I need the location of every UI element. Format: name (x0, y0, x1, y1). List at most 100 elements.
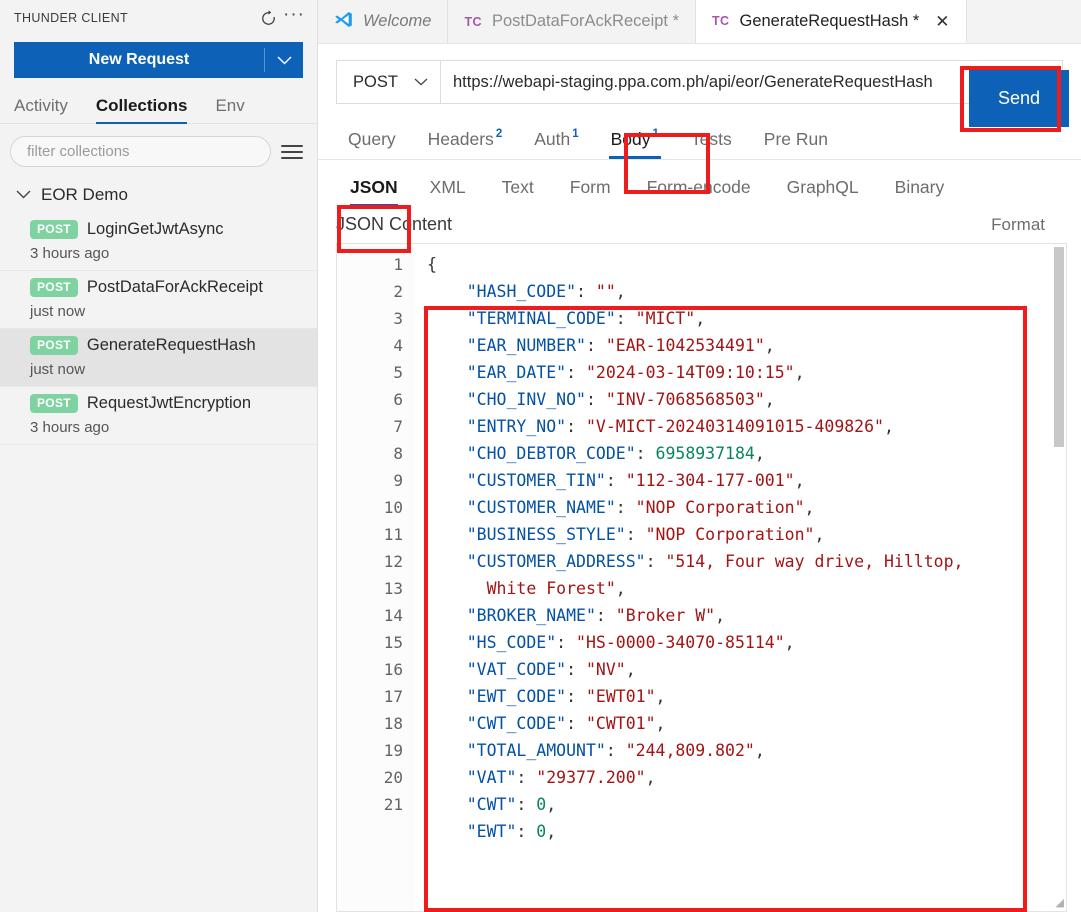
tab-auth[interactable]: Auth 1 (518, 128, 594, 159)
sidebar-tab-env[interactable]: Env (215, 96, 244, 123)
code-token: "CHO_DEBTOR_CODE" (466, 444, 636, 463)
body-tab-binary[interactable]: Binary (877, 177, 963, 206)
code-line: "CHO_DEBTOR_CODE": 6958937184, (427, 440, 1066, 467)
code-token: , (754, 444, 765, 463)
line-number: 9 (393, 471, 403, 490)
code-token: "INV-7068568503" (605, 390, 765, 409)
code-token: "HASH_CODE" (466, 282, 577, 301)
code-token: : (585, 336, 606, 355)
editor-tab-postdataforackreceipt[interactable]: TC PostDataForAckReceipt * (448, 0, 697, 43)
request-item-logingetjwtasync[interactable]: POST LoginGetJwtAsync 3 hours ago (0, 213, 317, 271)
code-token: "EWT01" (585, 687, 656, 706)
code-line: "BROKER_NAME": "Broker W", (427, 602, 1066, 629)
line-number: 13 (383, 579, 403, 598)
line-number: 1 (393, 255, 403, 274)
line-number: 21 (383, 795, 403, 814)
close-icon[interactable]: ✕ (935, 13, 949, 30)
json-editor[interactable]: 1 2 3 4 5 6 7 8 9 10 11 12 13 14 15 16 17 18 19 20 21 { "HAS… (336, 243, 1067, 912)
code-token: , (715, 606, 726, 625)
line-number: 20 (383, 768, 403, 787)
code-token: , (615, 282, 626, 301)
format-button[interactable]: Format (991, 215, 1045, 235)
code-token: , (546, 822, 557, 841)
tab-headers[interactable]: Headers 2 (412, 128, 519, 159)
hamburger-icon[interactable] (281, 144, 303, 159)
body-tab-form-encode[interactable]: Form-encode (629, 177, 769, 206)
code-token: , (804, 498, 815, 517)
code-token: , (754, 741, 765, 760)
request-item-postdataforackreceipt[interactable]: POST PostDataForAckReceipt just now (0, 271, 317, 329)
code-token: : (625, 525, 646, 544)
body-tab-form[interactable]: Form (552, 177, 629, 206)
code-token: { (427, 255, 437, 274)
thunder-client-window: THUNDER CLIENT ··· New Request Activity … (0, 0, 1081, 912)
tab-query[interactable]: Query (336, 129, 412, 159)
body-tab-text[interactable]: Text (484, 177, 552, 206)
tab-tests[interactable]: Tests (675, 129, 748, 159)
more-icon[interactable]: ··· (283, 5, 305, 28)
request-name: RequestJwtEncryption (86, 394, 252, 412)
body-tab-json[interactable]: JSON (336, 177, 412, 206)
tab-headers-label: Headers (427, 129, 494, 149)
line-number: 6 (393, 390, 403, 409)
sidebar-header: THUNDER CLIENT ··· (0, 0, 317, 36)
resize-handle-icon[interactable]: ◢ (1056, 896, 1064, 909)
code-line: "HASH_CODE": "", (427, 278, 1066, 305)
code-token: "NOP Corporation" (635, 498, 805, 517)
line-number: 8 (393, 444, 403, 463)
code-line: "TERMINAL_CODE": "MICT", (427, 305, 1066, 332)
http-method-select[interactable]: POST (336, 60, 440, 104)
send-button[interactable]: Send (969, 70, 1069, 127)
code-token: : (635, 444, 656, 463)
editor-scrollbar[interactable] (1054, 247, 1064, 447)
code-line: "CUSTOMER_TIN": "112-304-177-001", (427, 467, 1066, 494)
new-request-button[interactable]: New Request (14, 42, 303, 78)
code-line: White Forest", (427, 575, 1066, 602)
code-line: "CUSTOMER_NAME": "NOP Corporation", (427, 494, 1066, 521)
editor-tab-welcome[interactable]: Welcome (318, 0, 449, 43)
code-token: , (794, 471, 805, 490)
code-token: , (794, 363, 805, 382)
editor-tab-generaterequesthash[interactable]: TC GenerateRequestHash * ✕ (696, 0, 967, 43)
request-row: POST LoginGetJwtAsync (30, 220, 303, 239)
request-item-generaterequesthash[interactable]: POST GenerateRequestHash just now (0, 329, 317, 387)
line-number: 18 (383, 714, 403, 733)
json-code-area[interactable]: { "HASH_CODE": "", "TERMINAL_CODE": "MIC… (415, 244, 1066, 911)
code-token: : (566, 660, 586, 679)
code-token: "EAR_NUMBER" (466, 336, 586, 355)
code-token: "CWT_CODE" (466, 714, 567, 733)
code-token: : (516, 822, 537, 841)
code-token: "EWT" (466, 822, 517, 841)
request-item-requestjwtencryption[interactable]: POST RequestJwtEncryption 3 hours ago (0, 387, 317, 445)
code-token: "514, Four way drive, Hilltop, (665, 552, 964, 571)
code-token: , (645, 768, 656, 787)
code-token: , (546, 795, 557, 814)
code-token: "HS-0000-34070-85114" (576, 633, 785, 652)
code-token: "NV" (585, 660, 626, 679)
code-token: "Broker W" (615, 606, 716, 625)
json-content-header: JSON Content Format (318, 206, 1081, 243)
line-number: 10 (383, 498, 403, 517)
chevron-down-icon[interactable] (265, 42, 303, 78)
tab-pre-run[interactable]: Pre Run (748, 129, 844, 159)
body-tab-xml[interactable]: XML (412, 177, 484, 206)
body-tab-graphql[interactable]: GraphQL (769, 177, 877, 206)
tab-body[interactable]: Body 1 (595, 128, 675, 159)
tab-tests-label: Tests (690, 129, 732, 149)
code-token: , (695, 309, 706, 328)
code-token: : (566, 714, 586, 733)
sidebar-tab-activity[interactable]: Activity (14, 96, 68, 123)
filter-collections-input[interactable] (10, 136, 271, 167)
refresh-icon[interactable] (260, 9, 277, 27)
sidebar-tab-collections[interactable]: Collections (95, 96, 187, 124)
chevron-down-icon (16, 186, 31, 204)
code-token: , (764, 390, 775, 409)
collection-group-eor-demo[interactable]: EOR Demo (0, 177, 317, 213)
code-token: , (655, 687, 666, 706)
